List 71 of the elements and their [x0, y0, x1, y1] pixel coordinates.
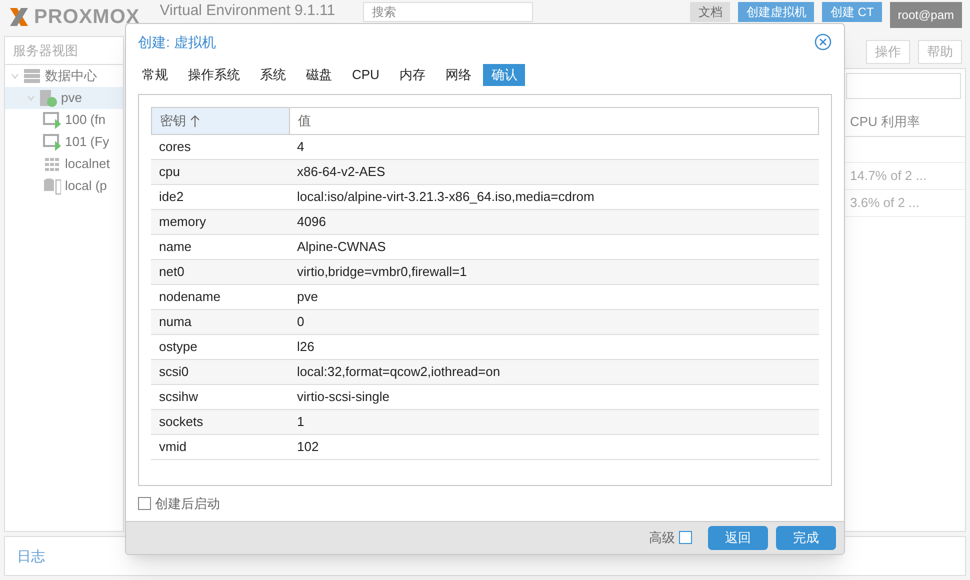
sort-ascending-icon	[190, 114, 200, 128]
server-icon	[23, 67, 41, 85]
table-cell-text: memory	[158, 213, 207, 232]
tab[interactable]: 系统	[252, 64, 294, 86]
tree-item[interactable]: 数据中心	[5, 65, 123, 87]
tab[interactable]: 内存	[391, 64, 434, 86]
column-header[interactable]: CPU 利用率	[850, 112, 920, 132]
tab[interactable]: 操作系统	[180, 64, 248, 86]
header-button[interactable]: 创建虚拟机	[738, 2, 814, 22]
table-cell-text: 102	[296, 438, 320, 456]
help-button[interactable]: 帮助	[918, 40, 962, 64]
database-icon	[43, 177, 61, 195]
table-cell-text: 14.7% of 2 ...	[850, 167, 927, 186]
table-cell-text: 0	[296, 313, 306, 332]
monitor-play-icon	[43, 111, 61, 129]
action-menu-button[interactable]: 操作	[866, 40, 910, 64]
user-menu-button[interactable]: root@pam	[890, 2, 962, 28]
table-cell-text: ostype	[158, 338, 198, 356]
header-button[interactable]: 文档	[690, 2, 730, 22]
table-cell-text: 4	[296, 138, 306, 156]
x-logo-icon	[8, 6, 30, 28]
table-cell-text: name	[158, 238, 193, 256]
tab[interactable]: 常规	[134, 64, 176, 86]
table-cell-text: x86-64-v2-AES	[296, 163, 386, 182]
tab[interactable]: CPU	[344, 64, 388, 86]
table-cell-text: sockets	[158, 413, 204, 432]
table-cell-text: local:iso/alpine-virt-3.21.3-x86_64.iso,media=cdrom	[296, 188, 596, 206]
table-cell-text: numa	[158, 313, 193, 332]
table-cell-text: cores	[158, 138, 192, 156]
table-cell-text: virtio,bridge=vmbr0,firewall=1	[296, 263, 468, 282]
grid-icon	[43, 155, 61, 173]
table-cell-text: cpu	[158, 163, 181, 182]
tree-item[interactable]: localnet	[5, 153, 123, 175]
table-cell-text: scsihw	[158, 388, 200, 406]
tab[interactable]: 磁盘	[298, 64, 340, 86]
table-cell-text: virtio-scsi-single	[296, 388, 390, 406]
table-cell-text: 3.6% of 2 ...	[850, 194, 920, 212]
table-cell-text: 4096	[296, 213, 327, 232]
server-check-icon	[39, 89, 57, 107]
tree-item[interactable]: 101 (Fy	[5, 131, 123, 153]
column-header[interactable]: 值	[290, 108, 818, 134]
logo-text: PROXMOX	[34, 5, 140, 30]
monitor-play-icon	[43, 133, 61, 151]
advanced-checkbox[interactable]: 高级	[649, 528, 692, 548]
table-cell-text: ide2	[158, 188, 185, 206]
back-button[interactable]: 返回	[708, 526, 768, 550]
table-cell-text: scsi0	[158, 363, 190, 382]
tree-item[interactable]: pve	[5, 87, 123, 109]
version-text: Virtual Environment 9.1.11	[160, 2, 336, 20]
table-cell-text: l26	[296, 338, 316, 356]
dialog-title: 创建: 虚拟机	[138, 32, 216, 52]
table-cell-text: Alpine-CWNAS	[296, 238, 387, 256]
filter-field[interactable]	[846, 73, 961, 99]
view-selector[interactable]: 服务器视图	[13, 40, 78, 60]
tab[interactable]: 网络	[437, 64, 480, 86]
table-cell-text: local:32,format=qcow2,iothread=on	[296, 363, 502, 382]
log-panel-title: 日志	[17, 546, 45, 566]
tree-item[interactable]: 100 (fn	[5, 109, 123, 131]
finish-button[interactable]: 完成	[776, 526, 836, 550]
tab[interactable]: 确认	[483, 64, 526, 86]
search-field[interactable]: 搜索	[363, 2, 534, 22]
start-after-create-checkbox[interactable]: 创建后启动	[138, 494, 220, 514]
table-cell-text: vmid	[158, 438, 188, 456]
table-cell-text: 1	[296, 413, 306, 432]
tree-item[interactable]: local (p	[5, 175, 123, 197]
header-button[interactable]: 创建 CT	[822, 2, 882, 22]
table-cell-text: nodename	[158, 288, 222, 306]
column-header[interactable]: 密钥	[152, 108, 290, 134]
table-cell-text: net0	[158, 263, 186, 282]
table-cell-text: pve	[296, 288, 319, 306]
close-icon[interactable]	[814, 33, 832, 51]
